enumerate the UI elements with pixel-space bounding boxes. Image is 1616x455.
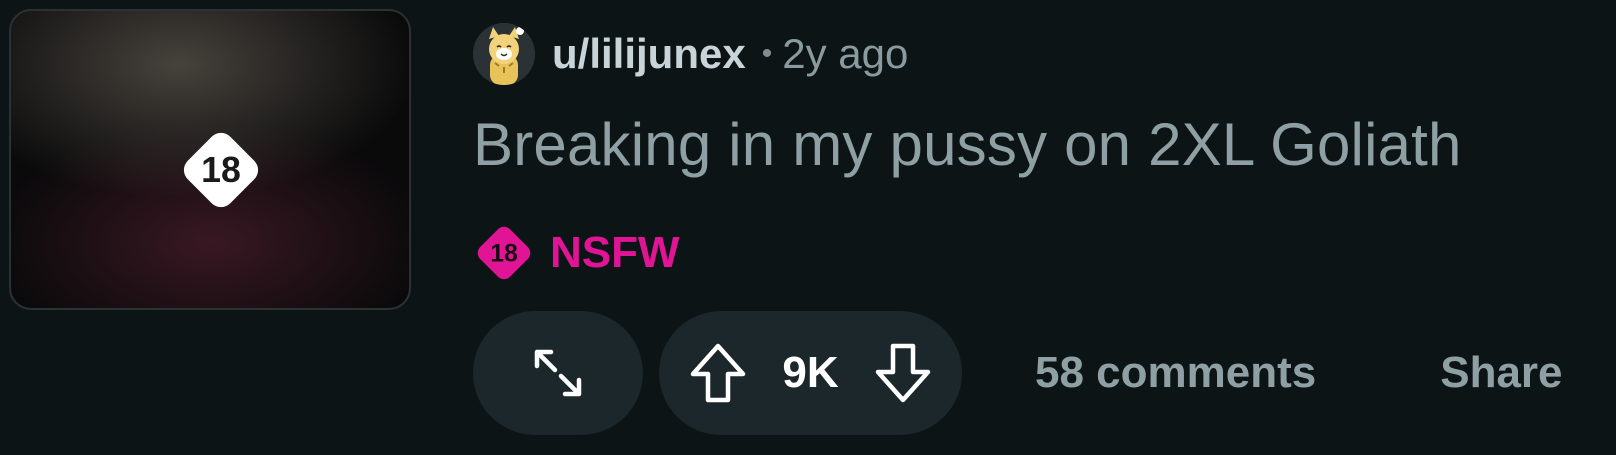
post-meta: u/lilijunex • 2y ago [473,22,908,86]
downvote-arrow-icon[interactable] [874,342,932,404]
vote-controls: 9K [659,311,962,435]
comments-link[interactable]: 58 comments [1035,348,1316,398]
share-button[interactable]: Share [1440,348,1562,398]
vote-score: 9K [782,348,839,397]
post-timestamp: 2y ago [782,30,909,77]
nsfw-18-badge-icon: 18 [183,132,259,208]
nsfw-flair: 18 NSFW [473,222,680,284]
nsfw-label: NSFW [550,228,680,277]
meta-separator: • [761,37,773,70]
author-link[interactable]: u/lilijunex [552,30,746,78]
nsfw-18-icon: 18 [477,226,531,280]
post-card[interactable]: 18 u/lilijunex • 2y ago Breaking in my p… [0,0,1616,455]
avatar[interactable] [473,23,535,85]
avatar-icon [473,23,535,85]
upvote-arrow-icon[interactable] [689,342,747,404]
expand-arrows-icon [534,349,582,397]
post-actions: 9K 58 comments Share [473,311,1563,435]
expand-button[interactable] [473,311,643,435]
svg-text:18: 18 [201,150,241,190]
post-title[interactable]: Breaking in my pussy on 2XL Goliath [473,110,1462,179]
post-thumbnail[interactable]: 18 [9,9,411,310]
post-content: u/lilijunex • 2y ago Breaking in my puss… [473,0,1616,455]
svg-text:18: 18 [490,241,518,268]
